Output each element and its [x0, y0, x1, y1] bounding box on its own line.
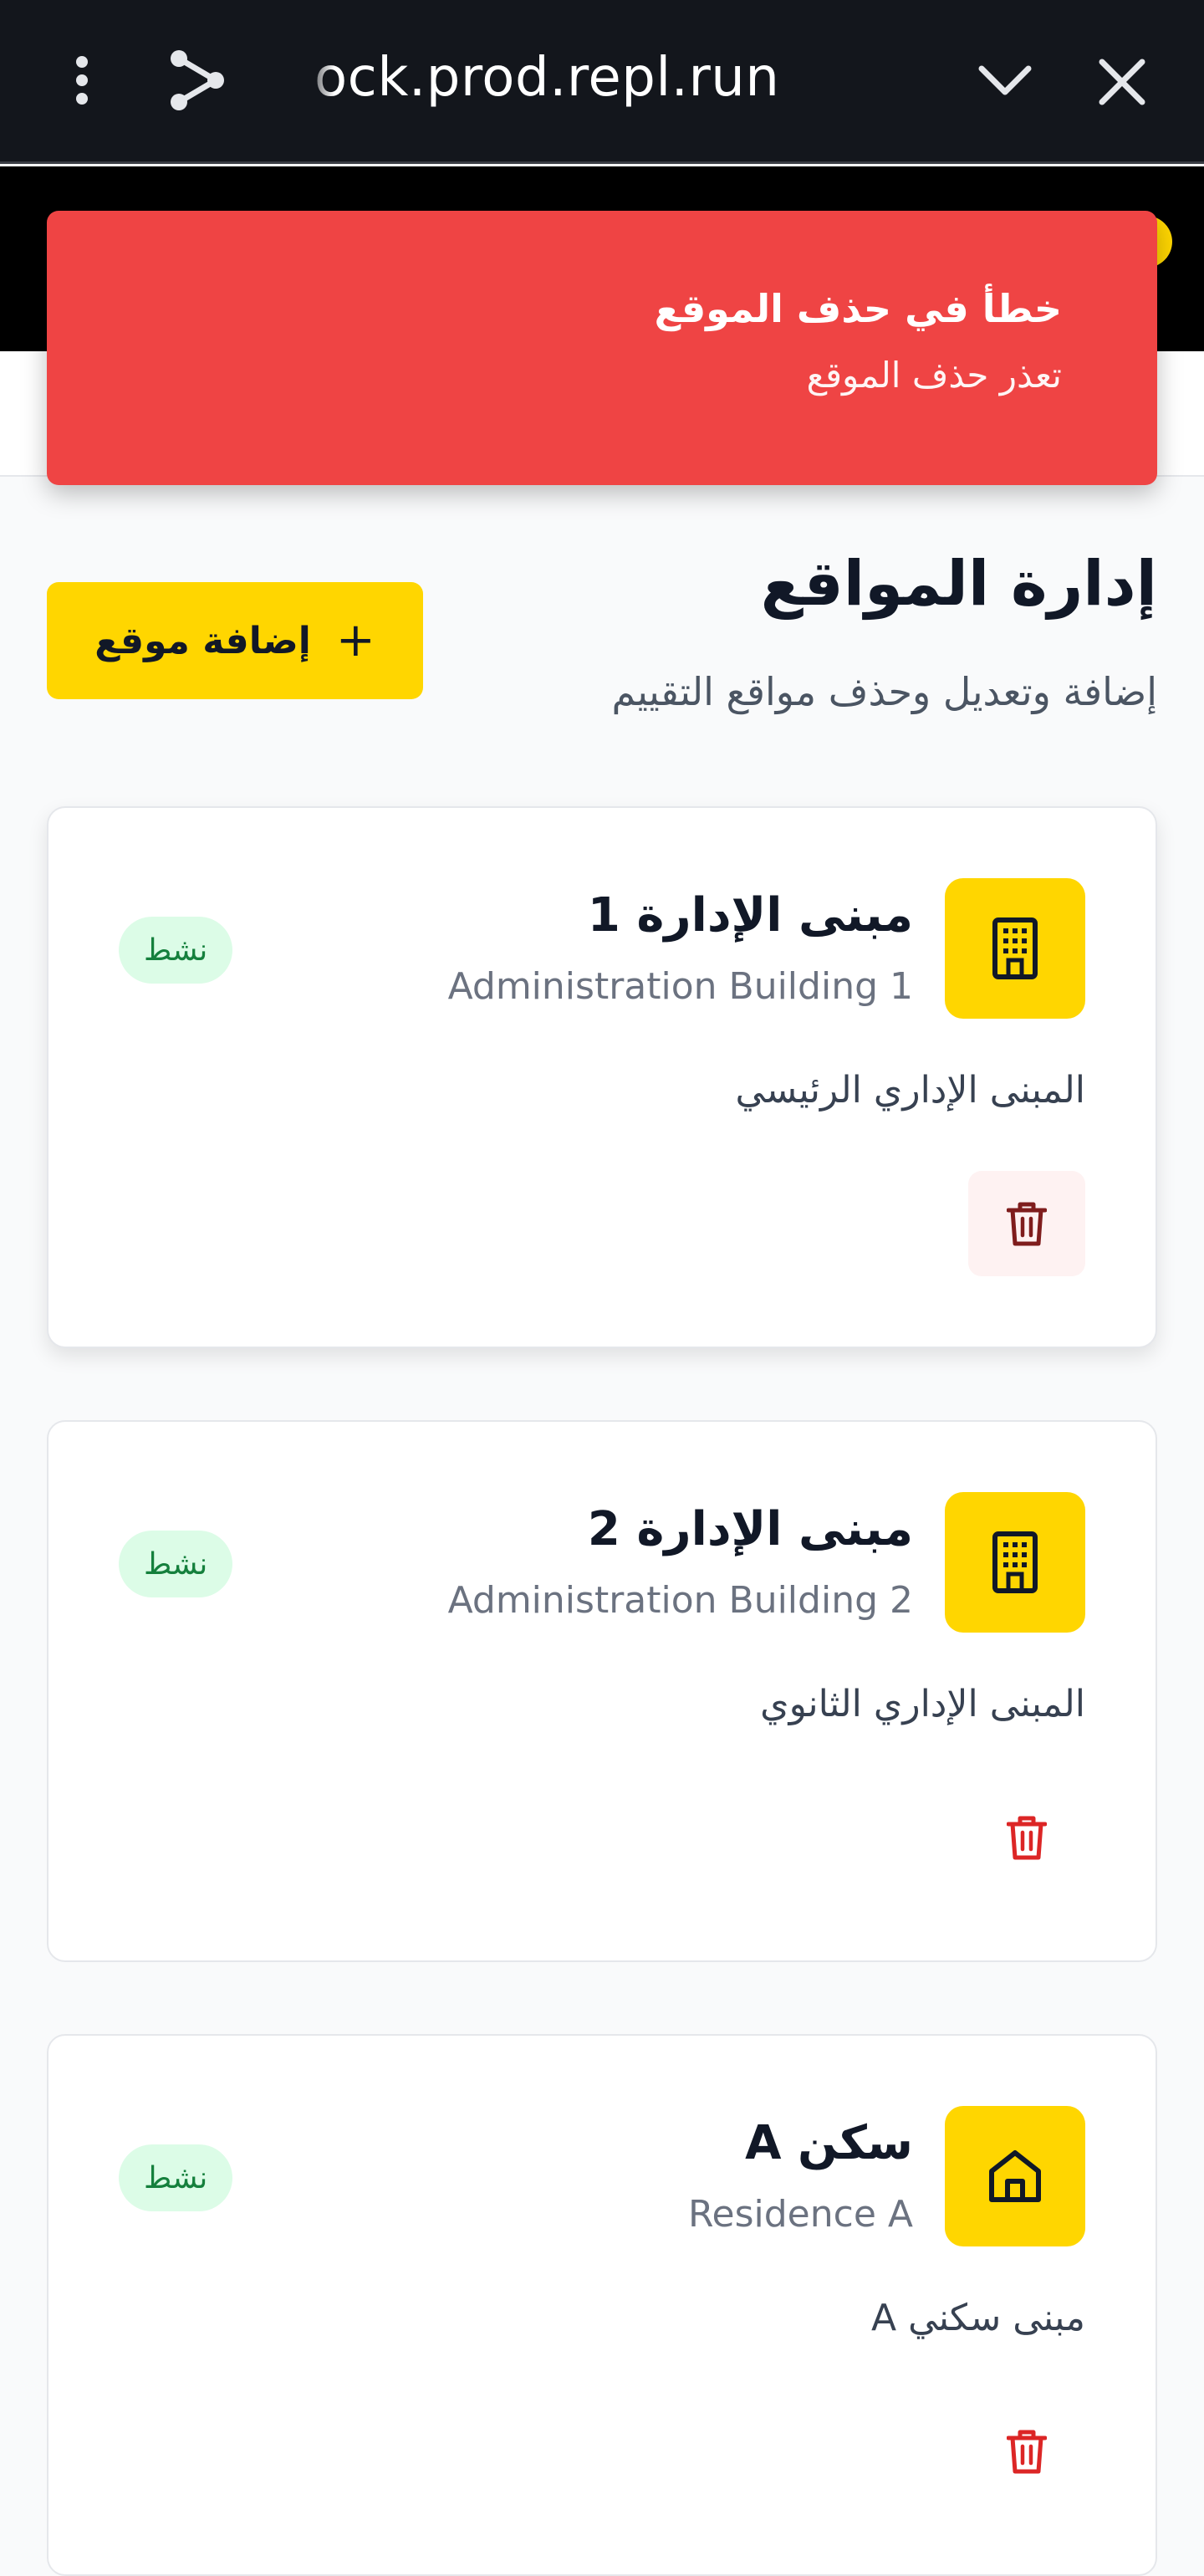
url-bar[interactable]: ock.prod.repl.run	[314, 40, 779, 115]
location-card[interactable]: مبنى الإدارة 1 Administration Building 1…	[47, 806, 1157, 1348]
location-name-ar: مبنى الإدارة 1	[587, 888, 913, 943]
status-badge: نشط	[119, 917, 233, 984]
location-description: المبنى الإداري الرئيسي	[735, 1069, 1085, 1112]
delete-button[interactable]	[968, 2399, 1085, 2504]
toast-message: تعذر حذف الموقع	[806, 355, 1062, 396]
location-name-en: Administration Building 2	[447, 1579, 913, 1622]
error-toast[interactable]: خطأ في حذف الموقع تعذر حذف الموقع	[47, 211, 1157, 485]
plus-icon: +	[335, 613, 375, 667]
home-icon	[945, 2106, 1085, 2246]
trash-icon	[1007, 1202, 1047, 1246]
trash-icon	[1007, 2430, 1047, 2474]
browser-toolbar: ock.prod.repl.run	[0, 0, 1204, 164]
chevron-down-icon[interactable]	[973, 54, 1037, 107]
status-badge: نشط	[119, 1531, 233, 1597]
trash-icon	[1007, 1816, 1047, 1860]
building-icon	[945, 878, 1085, 1019]
delete-button[interactable]	[968, 1785, 1085, 1890]
add-location-button[interactable]: إضافة موقع +	[47, 582, 423, 699]
page-subtitle: إضافة وتعديل وحذف مواقع التقييم	[611, 669, 1157, 714]
url-fade	[301, 42, 334, 117]
location-name-ar: مبنى الإدارة 2	[587, 1502, 913, 1556]
toast-title: خطأ في حذف الموقع	[654, 286, 1062, 331]
location-card[interactable]: مبنى الإدارة 2 Administration Building 2…	[47, 1420, 1157, 1962]
location-description: مبنى سكني A	[871, 2297, 1085, 2339]
location-name-en: Residence A	[687, 2193, 913, 2236]
share-icon[interactable]	[164, 47, 231, 114]
more-options-icon[interactable]	[60, 50, 104, 110]
location-name-ar: سكن A	[745, 2116, 913, 2170]
page-title: إدارة المواقع	[760, 548, 1157, 620]
status-badge: نشط	[119, 2144, 233, 2211]
location-name-en: Administration Building 1	[447, 965, 913, 1008]
delete-button[interactable]	[968, 1171, 1085, 1276]
building-icon	[945, 1492, 1085, 1633]
close-icon[interactable]	[1092, 52, 1152, 112]
add-location-label: إضافة موقع	[94, 619, 311, 662]
location-card[interactable]: سكن A Residence A مبنى سكني A نشط	[47, 2034, 1157, 2576]
location-description: المبنى الإداري الثانوي	[760, 1683, 1085, 1725]
